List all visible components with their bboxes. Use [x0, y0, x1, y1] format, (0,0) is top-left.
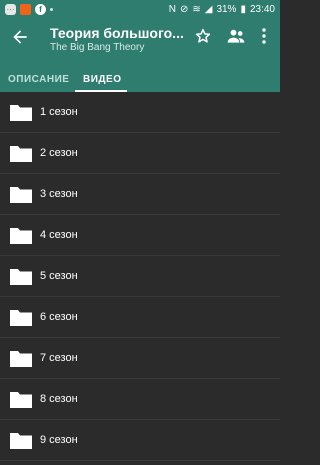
folder-icon	[10, 146, 32, 162]
silent-icon: ⊘	[179, 4, 189, 15]
season-label: 9 сезон	[40, 434, 78, 446]
season-label: 3 сезон	[40, 188, 78, 200]
folder-icon	[10, 269, 32, 285]
season-label: 2 сезон	[40, 147, 78, 159]
page-title: Теория большого...	[50, 25, 184, 41]
folder-icon	[10, 351, 32, 367]
more-notifications-icon	[50, 8, 53, 11]
wifi-icon: ≋	[192, 4, 201, 15]
battery-percent: 31%	[216, 4, 237, 15]
tab-description[interactable]: ОПИСАНИЕ	[8, 66, 69, 92]
season-label: 6 сезон	[40, 311, 78, 323]
clock: 23:40	[249, 4, 275, 15]
season-list: 1 сезон 2 сезон 3 сезон 4 сезон 5 сезон …	[0, 92, 280, 461]
flip-notification-icon: f	[35, 4, 46, 15]
people-icon[interactable]	[226, 27, 246, 45]
season-label: 7 сезон	[40, 352, 78, 364]
page-subtitle: The Big Bang Theory	[50, 42, 145, 53]
more-vert-icon[interactable]	[258, 27, 270, 45]
list-item[interactable]: 1 сезон	[0, 92, 280, 133]
back-arrow-icon[interactable]	[10, 27, 30, 47]
tab-bar: ОПИСАНИЕ ВИДЕО	[0, 66, 280, 92]
star-icon[interactable]	[194, 27, 212, 45]
list-item[interactable]: 5 сезон	[0, 256, 280, 297]
app-notification-icon	[20, 4, 31, 15]
season-label: 5 сезон	[40, 270, 78, 282]
folder-icon	[10, 392, 32, 408]
battery-icon: ▮	[240, 4, 246, 15]
folder-icon	[10, 228, 32, 244]
list-item[interactable]: 6 сезон	[0, 297, 280, 338]
list-item[interactable]: 8 сезон	[0, 379, 280, 420]
chat-notification-icon: ···	[5, 4, 16, 15]
signal-icon: ◢	[204, 4, 213, 15]
list-item[interactable]: 3 сезон	[0, 174, 280, 215]
nfc-icon: N	[168, 4, 176, 15]
list-item[interactable]: 2 сезон	[0, 133, 280, 174]
list-item[interactable]: 7 сезон	[0, 338, 280, 379]
folder-icon	[10, 187, 32, 203]
folder-icon	[10, 310, 32, 326]
list-item[interactable]: 4 сезон	[0, 215, 280, 256]
list-item[interactable]: 9 сезон	[0, 420, 280, 461]
folder-icon	[10, 433, 32, 449]
season-label: 8 сезон	[40, 393, 78, 405]
season-label: 4 сезон	[40, 229, 78, 241]
app-bar: Теория большого... The Big Bang Theory О…	[0, 19, 280, 92]
status-bar: ··· f N ⊘ ≋ ◢ 31% ▮ 23:40	[0, 0, 280, 19]
season-label: 1 сезон	[40, 106, 78, 118]
folder-icon	[10, 105, 32, 121]
tab-video[interactable]: ВИДЕО	[83, 66, 121, 92]
